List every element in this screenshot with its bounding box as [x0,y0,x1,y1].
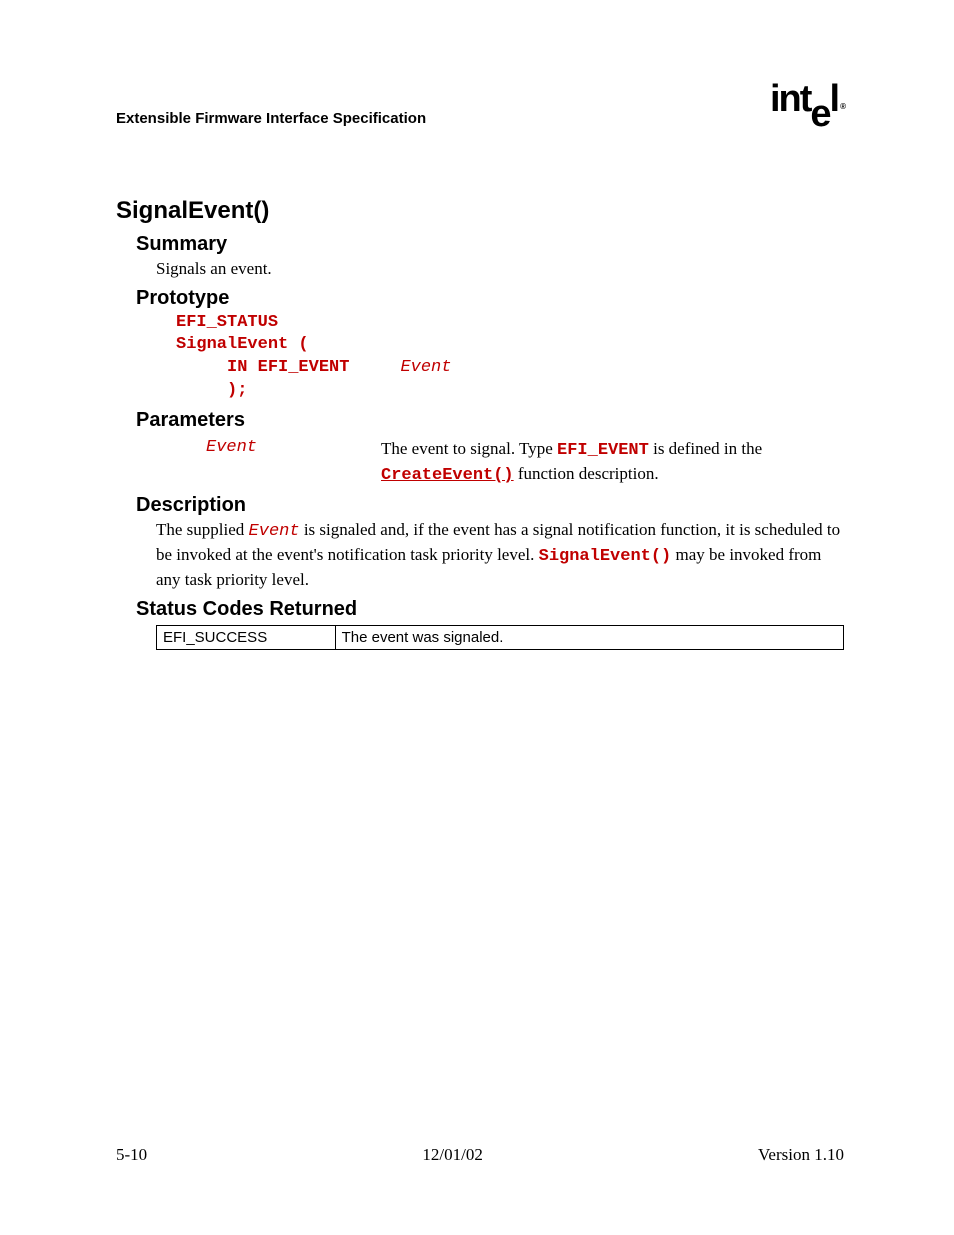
page-header: Extensible Firmware Interface Specificat… [116,80,844,127]
proto-line4: ); [176,381,247,400]
proto-line3a: IN EFI_EVENT [176,358,400,377]
signalevent-ref: SignalEvent() [539,547,672,566]
description-heading: Description [136,494,844,517]
page-footer: 5-10 12/01/02 Version 1.10 [116,1145,844,1165]
status-meaning: The event was signaled. [335,625,843,649]
intel-logo: intel® [770,80,844,127]
proto-param: Event [400,358,451,377]
footer-version: Version 1.10 [758,1145,844,1165]
footer-date: 12/01/02 [422,1145,482,1165]
doc-title: Extensible Firmware Interface Specificat… [116,110,426,127]
parameter-row: Event The event to signal. Type EFI_EVEN… [206,438,844,488]
description-text: The supplied Event is signaled and, if t… [156,519,844,592]
event-param-ref: Event [249,522,300,541]
proto-line1: EFI_STATUS [176,313,278,332]
efi-event-type: EFI_EVENT [557,441,649,460]
summary-text: Signals an event. [156,258,844,281]
prototype-heading: Prototype [136,287,844,310]
function-title: SignalEvent() [116,197,844,225]
footer-page: 5-10 [116,1145,147,1165]
proto-line2: SignalEvent ( [176,335,309,354]
table-row: EFI_SUCCESS The event was signaled. [157,625,844,649]
parameter-name: Event [206,438,381,488]
status-code: EFI_SUCCESS [157,625,336,649]
prototype-block: EFI_STATUS SignalEvent ( IN EFI_EVENT Ev… [176,312,844,404]
status-table: EFI_SUCCESS The event was signaled. [156,625,844,650]
createevent-link[interactable]: CreateEvent() [381,466,514,485]
parameters-heading: Parameters [136,409,844,432]
status-heading: Status Codes Returned [136,598,844,621]
parameter-description: The event to signal. Type EFI_EVENT is d… [381,438,844,488]
summary-heading: Summary [136,233,844,256]
